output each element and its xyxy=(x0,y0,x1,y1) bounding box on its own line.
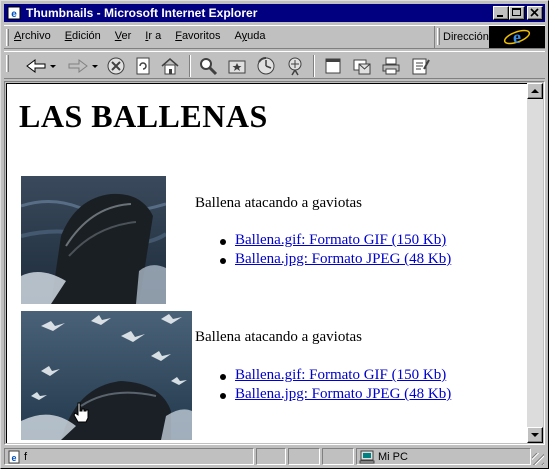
minimize-button[interactable] xyxy=(493,6,509,20)
edit-icon xyxy=(412,58,430,75)
page-content[interactable]: LAS BALLENAS Ballena atacando a gaviotas… xyxy=(6,83,528,443)
list-item: Ballena.jpg: Formato JPEG (48 Kb) xyxy=(207,251,451,270)
whale-thumbnail-2[interactable] xyxy=(21,311,192,440)
list-item: Ballena.gif: Formato GIF (150 Kb) xyxy=(207,232,451,251)
status-panel xyxy=(288,448,320,465)
search-icon xyxy=(200,58,218,76)
menu-ir-a[interactable]: Ir a xyxy=(145,30,161,42)
resize-grip[interactable] xyxy=(532,453,544,465)
channels-icon xyxy=(288,57,302,76)
scroll-up-button[interactable] xyxy=(527,83,543,99)
svg-text:e: e xyxy=(513,27,521,47)
hand-cursor-icon xyxy=(73,402,89,423)
refresh-icon xyxy=(136,57,150,75)
link-list: Ballena.gif: Formato GIF (150 Kb) Ballen… xyxy=(207,232,451,270)
home-button[interactable] xyxy=(159,55,181,77)
arrow-up-icon xyxy=(531,89,539,93)
link-list: Ballena.gif: Formato GIF (150 Kb) Ballen… xyxy=(207,367,451,405)
menu-favoritos[interactable]: Favoritos xyxy=(175,30,220,42)
favorites-button[interactable] xyxy=(226,55,248,77)
entry-caption: Ballena atacando a gaviotas xyxy=(195,195,363,211)
mail-button[interactable] xyxy=(351,55,373,77)
search-button[interactable] xyxy=(197,55,219,77)
status-panel xyxy=(322,448,354,465)
fullscreen-icon xyxy=(325,58,341,74)
refresh-button[interactable] xyxy=(132,55,154,77)
jpeg-link[interactable]: Ballena.jpg: Formato JPEG (48 Kb) xyxy=(235,386,451,402)
stop-icon xyxy=(107,57,125,75)
toolbar-separator xyxy=(189,55,191,77)
menu-bar: Archivo Edición Ver Ir a Favoritos Ayuda… xyxy=(4,25,545,49)
close-button[interactable] xyxy=(527,6,543,20)
menu-ver[interactable]: Ver xyxy=(115,30,132,42)
vertical-scrollbar[interactable] xyxy=(527,83,543,443)
home-icon xyxy=(161,58,179,75)
title-bar[interactable]: e Thumbnails - Microsoft Internet Explor… xyxy=(4,4,545,22)
window-title: Thumbnails - Microsoft Internet Explorer xyxy=(26,6,258,20)
zone-panel: Mi PC xyxy=(356,448,531,465)
whale-thumbnail-1[interactable] xyxy=(21,176,166,304)
ie-page-icon: e xyxy=(6,5,22,21)
fullscreen-button[interactable] xyxy=(322,55,344,77)
list-item: Ballena.jpg: Formato JPEG (48 Kb) xyxy=(207,386,451,405)
standard-toolbar xyxy=(4,51,545,79)
menu-items: Archivo Edición Ver Ir a Favoritos Ayuda xyxy=(14,30,279,42)
edit-button[interactable] xyxy=(409,55,431,77)
history-icon xyxy=(257,56,275,75)
history-button[interactable] xyxy=(255,55,277,77)
browser-window: e Thumbnails - Microsoft Internet Explor… xyxy=(0,0,549,469)
ie-logo: e xyxy=(489,26,545,48)
page-title: LAS BALLENAS xyxy=(19,98,268,134)
status-bar: e f Mi PC xyxy=(4,447,545,466)
computer-icon xyxy=(359,450,375,463)
zone-label: Mi PC xyxy=(378,450,408,463)
print-icon xyxy=(382,57,400,75)
gif-link[interactable]: Ballena.gif: Formato GIF (150 Kb) xyxy=(235,232,446,248)
address-label: Dirección xyxy=(443,31,489,43)
gif-link[interactable]: Ballena.gif: Formato GIF (150 Kb) xyxy=(235,367,446,383)
scroll-down-button[interactable] xyxy=(527,427,543,443)
menu-ayuda[interactable]: Ayuda xyxy=(234,30,265,42)
back-button[interactable] xyxy=(22,55,58,77)
menu-archivo[interactable]: Archivo xyxy=(14,30,51,42)
content-frame: LAS BALLENAS Ballena atacando a gaviotas… xyxy=(4,81,545,445)
channels-button[interactable] xyxy=(284,55,306,77)
maximize-button[interactable] xyxy=(509,6,525,20)
status-panel xyxy=(256,448,286,465)
menu-grip[interactable] xyxy=(6,29,9,46)
svg-text:e: e xyxy=(11,9,17,20)
jpeg-link[interactable]: Ballena.jpg: Formato JPEG (48 Kb) xyxy=(235,251,451,267)
status-text: f xyxy=(24,450,28,463)
svg-text:e: e xyxy=(11,453,16,463)
toolbar-separator xyxy=(313,55,315,77)
arrow-down-icon xyxy=(531,433,539,437)
entry-caption: Ballena atacando a gaviotas xyxy=(195,329,363,345)
toolbar-grip[interactable] xyxy=(6,55,9,72)
favorites-icon xyxy=(228,60,246,74)
forward-icon xyxy=(68,59,98,73)
list-item: Ballena.gif: Formato GIF (150 Kb) xyxy=(207,367,451,386)
page-icon: e xyxy=(8,450,20,463)
address-bar-area[interactable]: Dirección e xyxy=(434,26,545,48)
status-text-panel: e f xyxy=(4,448,254,465)
stop-button[interactable] xyxy=(105,55,127,77)
forward-button[interactable] xyxy=(64,55,100,77)
back-icon xyxy=(26,59,56,73)
address-grip[interactable] xyxy=(437,28,440,45)
print-button[interactable] xyxy=(380,55,402,77)
menu-edicion[interactable]: Edición xyxy=(65,30,101,42)
mail-icon xyxy=(353,59,371,75)
